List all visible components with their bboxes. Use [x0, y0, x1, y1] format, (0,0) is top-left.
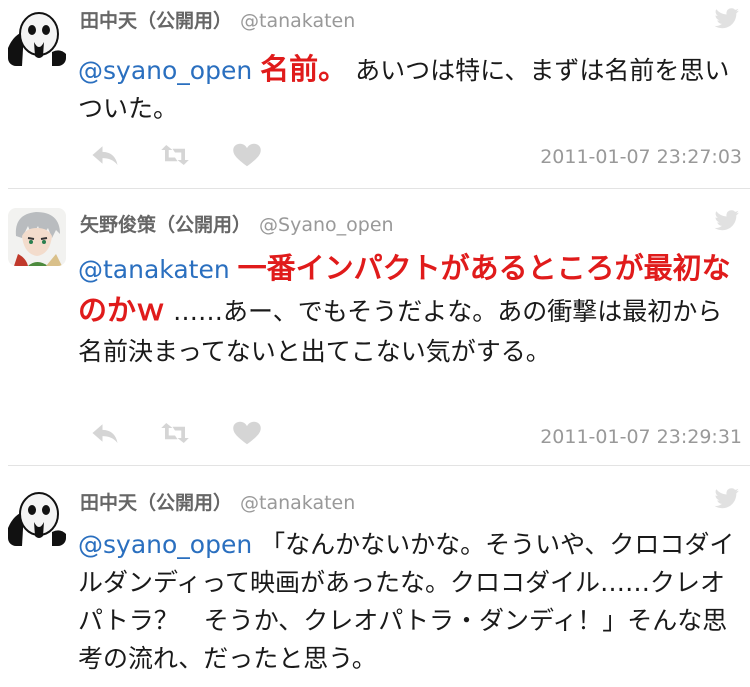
- avatar[interactable]: [8, 488, 66, 546]
- tweet-body-text: ……あー、でもそうだよな。あの衝撃は最初から名前決まってないと出てこない気がする…: [78, 297, 723, 366]
- twitter-bird-icon: [714, 210, 739, 231]
- heart-icon[interactable]: [232, 142, 262, 168]
- tweet-header: 田中天（公開用） @tanakaten: [80, 6, 355, 33]
- reply-icon[interactable]: [90, 142, 120, 168]
- tweet-actions: [90, 420, 290, 450]
- tweet-header: 矢野俊策（公開用） @Syano_open: [80, 210, 394, 237]
- tweet-text: @tanakaten 一番インパクトがあるところが最初なのかｗ ……あー、でもそ…: [78, 248, 738, 372]
- highlight-text: 名前。: [260, 52, 348, 86]
- twitter-bird-icon: [714, 488, 739, 509]
- handle[interactable]: @Syano_open: [259, 214, 394, 236]
- divider: [8, 188, 750, 189]
- handle[interactable]: @tanakaten: [240, 10, 355, 32]
- tweet-text: @syano_open 名前。 あいつは特に、まずは名前を思いついた。: [78, 50, 738, 128]
- handle[interactable]: @tanakaten: [240, 492, 355, 514]
- twitter-bird-icon: [714, 8, 739, 29]
- mention-link[interactable]: @syano_open: [78, 530, 252, 559]
- avatar[interactable]: [8, 8, 66, 66]
- mention-link[interactable]: @syano_open: [78, 56, 252, 85]
- reply-icon[interactable]: [90, 420, 120, 446]
- avatar[interactable]: [8, 208, 66, 266]
- timestamp[interactable]: 2011-01-07 23:27:03: [540, 146, 742, 168]
- mention-link[interactable]: @tanakaten: [78, 255, 230, 284]
- heart-icon[interactable]: [232, 420, 262, 446]
- retweet-icon[interactable]: [160, 420, 190, 446]
- tweet-header: 田中天（公開用） @tanakaten: [80, 488, 355, 515]
- display-name[interactable]: 田中天（公開用）: [80, 10, 232, 32]
- timestamp[interactable]: 2011-01-07 23:29:31: [540, 426, 742, 448]
- tweet-card: 田中天（公開用） @tanakaten @syano_open 名前。 あいつは特…: [0, 0, 750, 190]
- tweet-card: 田中天（公開用） @tanakaten @syano_open 「なんかないかな。…: [0, 466, 750, 687]
- tweet-actions: [90, 142, 290, 172]
- display-name[interactable]: 矢野俊策（公開用）: [80, 214, 251, 236]
- retweet-icon[interactable]: [160, 142, 190, 168]
- display-name[interactable]: 田中天（公開用）: [80, 492, 232, 514]
- tweet-text: @syano_open 「なんかないかな。そういや、クロコダイルダンディって映画…: [78, 526, 738, 678]
- tweet-card: 矢野俊策（公開用） @Syano_open @tanakaten 一番インパクトが…: [0, 190, 750, 466]
